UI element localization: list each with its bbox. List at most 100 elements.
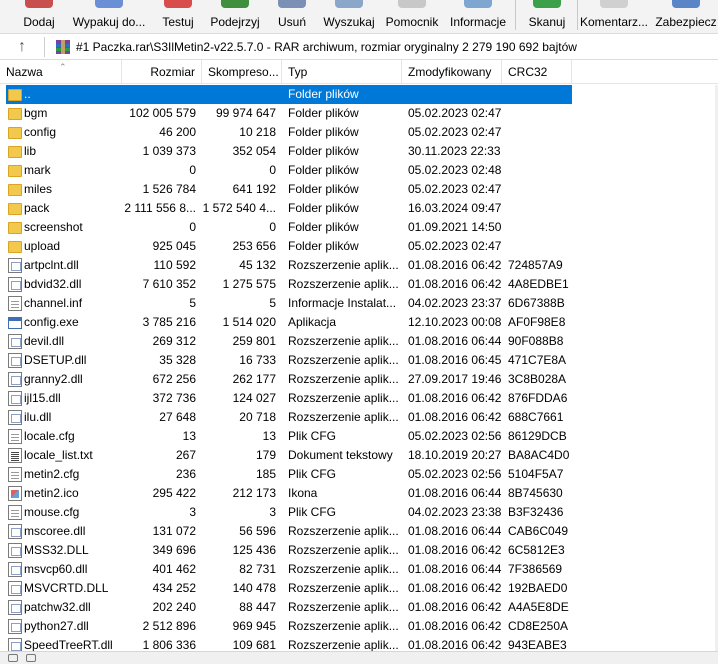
cell-size: 2 111 556 8... <box>124 201 196 215</box>
cell-type: Plik CFG <box>288 505 336 519</box>
cell-size: 434 252 <box>152 581 196 595</box>
cell-modified: 05.02.2023 02:48 <box>408 163 502 177</box>
exe-icon <box>8 317 22 329</box>
parent-folder-row[interactable]: .. Folder plików <box>0 85 718 104</box>
file-list[interactable]: .. Folder plików bgm 102 005 579 99 974 647 F… <box>0 85 718 651</box>
cell-packed: 641 192 <box>232 182 276 196</box>
cell-packed: 969 945 <box>232 619 276 633</box>
cell-name: locale.cfg <box>24 429 75 443</box>
toolbar-separator <box>515 0 516 30</box>
file-row[interactable]: bgm 102 005 579 99 974 647 Folder plików 05.… <box>0 104 718 123</box>
file-row[interactable]: config.exe 3 785 216 1 514 020 Aplikacja 12.… <box>0 313 718 332</box>
file-row[interactable]: mark 0 0 Folder plików 05.02.2023 02:48 <box>0 161 718 180</box>
cell-packed: 1 275 575 <box>222 277 276 291</box>
cell-modified: 01.09.2021 14:50 <box>408 220 502 234</box>
file-icon <box>8 429 22 444</box>
cell-type: Folder plików <box>288 144 359 158</box>
file-row[interactable]: devil.dll 269 312 259 801 Rozszerzenie apli… <box>0 332 718 351</box>
cell-name: bgm <box>24 106 48 120</box>
cell-packed: 124 027 <box>232 391 276 405</box>
cell-crc <box>508 85 570 104</box>
column-header-name[interactable]: Nazwa ⌃ <box>0 60 122 84</box>
cell-packed: 45 132 <box>239 258 276 272</box>
cell-crc <box>508 142 570 161</box>
column-header-size[interactable]: Rozmiar <box>122 60 202 84</box>
cell-crc: 8B745630 <box>508 486 563 500</box>
drive-icon[interactable] <box>8 654 18 662</box>
file-row[interactable]: metin2.cfg 236 185 Plik CFG 05.02.2023 02:56… <box>0 465 718 484</box>
file-row[interactable]: lib 1 039 373 352 054 Folder plików 30.11.20… <box>0 142 718 161</box>
folder-icon <box>8 222 22 234</box>
cell-modified: 01.08.2016 06:42 <box>408 277 502 291</box>
toolbar-button-label: Zabezpiecz <box>655 15 717 29</box>
dll-icon <box>8 581 22 596</box>
column-header-name-label: Nazwa <box>6 65 43 79</box>
cell-packed: 88 447 <box>239 600 276 614</box>
file-row[interactable]: locale.cfg 13 13 Plik CFG 05.02.2023 02:56 86… <box>0 427 718 446</box>
cell-type: Plik CFG <box>288 429 336 443</box>
file-row[interactable]: upload 925 045 253 656 Folder plików 05.02.2… <box>0 237 718 256</box>
cell-size: 0 <box>189 163 196 177</box>
key-icon[interactable] <box>26 654 36 662</box>
file-row[interactable]: patchw32.dll 202 240 88 447 Rozszerzenie ap… <box>0 598 718 617</box>
archive-path[interactable]: #1 Paczka.rar\S3IlMetin2-v22.5.7.0 - RAR… <box>76 40 577 54</box>
cell-packed: 259 801 <box>232 334 276 348</box>
column-header-crc[interactable]: CRC32 <box>502 60 572 84</box>
file-row[interactable]: pack 2 111 556 8... 1 572 540 4... Folder p… <box>0 199 718 218</box>
file-row[interactable]: config 46 200 10 218 Folder plików 05.02.202… <box>0 123 718 142</box>
file-row[interactable]: screenshot 0 0 Folder plików 01.09.2021 14:5… <box>0 218 718 237</box>
file-row[interactable]: msvcp60.dll 401 462 82 731 Rozszerzenie apl… <box>0 560 718 579</box>
dll-icon <box>8 277 22 292</box>
file-row[interactable]: granny2.dll 672 256 262 177 Rozszerzenie ap… <box>0 370 718 389</box>
file-row[interactable]: ijl15.dll 372 736 124 027 Rozszerzenie apli… <box>0 389 718 408</box>
cell-name: config.exe <box>24 315 79 329</box>
cell-packed: 0 <box>269 163 276 177</box>
cell-name: channel.inf <box>24 296 83 310</box>
column-header-type[interactable]: Typ <box>282 60 402 84</box>
cell-packed: 20 718 <box>239 410 276 424</box>
cell-size: 295 422 <box>152 486 196 500</box>
cell-packed: 125 436 <box>232 543 276 557</box>
file-row[interactable]: artpclnt.dll 110 592 45 132 Rozszerzenie ap… <box>0 256 718 275</box>
cell-packed: 262 177 <box>232 372 276 386</box>
file-row[interactable]: MSVCRTD.DLL 434 252 140 478 Rozszerzenie ap… <box>0 579 718 598</box>
cell-modified: 30.11.2023 22:33 <box>408 144 501 158</box>
add-archive-icon <box>25 0 53 8</box>
file-row[interactable]: miles 1 526 784 641 192 Folder plików 05.02.… <box>0 180 718 199</box>
cell-name: msvcp60.dll <box>24 562 88 576</box>
cell-modified: 01.08.2016 06:42 <box>408 258 502 272</box>
dll-icon <box>8 638 22 651</box>
cell-name: mscoree.dll <box>24 524 86 538</box>
file-row[interactable]: DSETUP.dll 35 328 16 733 Rozszerzenie aplik… <box>0 351 718 370</box>
cell-type: Rozszerzenie aplik... <box>288 372 399 386</box>
cell-name: mark <box>24 163 51 177</box>
rar-archive-icon <box>56 40 70 54</box>
file-row[interactable]: SpeedTreeRT.dll 1 806 336 109 681 Rozszerze… <box>0 636 718 651</box>
file-row[interactable]: locale_list.txt 267 179 Dokument tekstowy 18… <box>0 446 718 465</box>
file-row[interactable]: MSS32.DLL 349 696 125 436 Rozszerzenie apli… <box>0 541 718 560</box>
cell-crc <box>508 199 570 218</box>
cell-crc <box>508 180 570 199</box>
column-header-packed[interactable]: Skompreso... <box>202 60 282 84</box>
cell-modified: 18.10.2019 20:27 <box>408 448 502 462</box>
cell-size: 13 <box>182 429 196 443</box>
file-row[interactable]: ilu.dll 27 648 20 718 Rozszerzenie aplik...… <box>0 408 718 427</box>
file-row[interactable]: python27.dll 2 512 896 969 945 Rozszerzenie… <box>0 617 718 636</box>
cell-size: 3 785 216 <box>142 315 196 329</box>
cell-crc: BA8AC4D0 <box>508 448 570 462</box>
toolbar-button-protect[interactable]: Zabezpiecz <box>643 0 718 33</box>
cell-modified: 01.08.2016 06:42 <box>408 581 502 595</box>
up-arrow-icon[interactable]: ↑ <box>12 37 32 57</box>
dll-icon <box>8 391 22 406</box>
cell-crc: 943EABE3 <box>508 638 567 651</box>
extract-to-icon <box>95 0 123 8</box>
file-row[interactable]: mscoree.dll 131 072 56 596 Rozszerzenie apl… <box>0 522 718 541</box>
file-row[interactable]: mouse.cfg 3 3 Plik CFG 04.02.2023 23:38 B3F32… <box>0 503 718 522</box>
file-row[interactable]: channel.inf 5 5 Informacje Instalat... 04.02… <box>0 294 718 313</box>
cell-name: MSVCRTD.DLL <box>24 581 109 595</box>
file-row[interactable]: bdvid32.dll 7 610 352 1 275 575 Rozszerzeni… <box>0 275 718 294</box>
cell-modified: 01.08.2016 06:42 <box>408 543 502 557</box>
cell-modified: 12.10.2023 00:08 <box>408 315 502 329</box>
file-row[interactable]: metin2.ico 295 422 212 173 Ikona 01.08.2016 … <box>0 484 718 503</box>
column-header-modified[interactable]: Zmodyfikowany <box>402 60 502 84</box>
